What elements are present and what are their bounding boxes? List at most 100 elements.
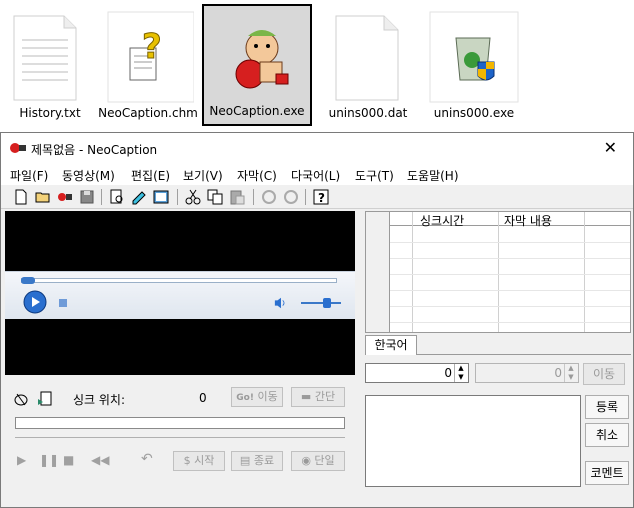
tab-korean[interactable]: 한국어 (365, 335, 417, 355)
file-label: unins000.dat (328, 106, 408, 120)
menu-file[interactable]: 파일(F) (10, 167, 48, 184)
mark-sync-icon[interactable] (13, 391, 29, 407)
column-sync-time[interactable]: 싱크시간 (420, 212, 464, 229)
sync-time-spinner[interactable]: 0 ▲ ▼ (365, 363, 469, 383)
edit-icon[interactable] (131, 189, 147, 205)
neocaption-app-icon (10, 143, 26, 153)
register-button[interactable]: 등록 (585, 395, 629, 419)
start-icon: $ (183, 454, 191, 467)
menu-view[interactable]: 보기(V) (183, 167, 223, 184)
register-label: 등록 (595, 400, 619, 414)
help-icon[interactable]: ? (313, 189, 329, 205)
single-icon: ◉ (301, 454, 311, 467)
file-neocaption-exe[interactable]: NeoCaption.exe (202, 4, 312, 126)
svg-text:?: ? (318, 191, 325, 205)
pause-control-icon[interactable]: ❚❚ (39, 453, 59, 467)
timeline-bar[interactable] (15, 417, 345, 429)
file-label: NeoCaption.exe (209, 104, 305, 118)
caption-text-editor[interactable] (365, 395, 581, 487)
copy-icon[interactable] (207, 189, 223, 205)
caption-table[interactable]: 싱크시간 자막 내용 (365, 211, 631, 333)
grid-row-line (390, 274, 630, 275)
print-preview-icon[interactable] (109, 189, 125, 205)
file-label: NeoCaption.chm (98, 106, 198, 120)
volume-icon[interactable] (274, 296, 288, 310)
close-icon[interactable]: ✕ (604, 138, 617, 157)
end-icon: ▤ (239, 454, 251, 467)
spinner-arrows-icon[interactable]: ▲ ▼ (564, 364, 577, 382)
caption-preview (5, 319, 355, 375)
video-preview[interactable] (5, 211, 355, 271)
sync-gap-label: 간단 (314, 390, 336, 403)
menu-multilang[interactable]: 다국어(L) (291, 167, 340, 184)
file-label: History.txt (19, 106, 81, 120)
grid-col-line (584, 212, 585, 332)
seek-bar[interactable] (21, 278, 337, 283)
stop-icon[interactable] (59, 299, 67, 307)
redo-icon[interactable] (283, 189, 299, 205)
uninstaller-icon (429, 11, 519, 103)
comment-button[interactable]: 코멘트 (585, 461, 629, 485)
comment-label: 코멘트 (590, 466, 624, 480)
row-header-column (366, 212, 390, 332)
toolbar-separator (253, 189, 254, 205)
play-icon[interactable] (23, 290, 47, 314)
menu-caption[interactable]: 자막(C) (237, 167, 277, 184)
menu-edit[interactable]: 편집(E) (131, 167, 170, 184)
menu-video[interactable]: 동영상(M) (62, 167, 115, 184)
rewind-icon[interactable]: ◀◀ (91, 453, 109, 467)
undo-icon[interactable] (261, 189, 277, 205)
column-caption-text[interactable]: 자막 내용 (504, 212, 552, 229)
subtitle-view-icon[interactable] (153, 189, 169, 205)
paste-icon[interactable] (229, 189, 245, 205)
new-file-icon[interactable] (13, 189, 29, 205)
move-button[interactable]: 이동 (583, 363, 625, 385)
cancel-label: 취소 (595, 428, 619, 442)
sync-go-button[interactable]: Go! 이동 (231, 387, 283, 407)
record-icon[interactable] (57, 189, 73, 205)
open-folder-icon[interactable] (35, 189, 51, 205)
volume-slider[interactable] (301, 302, 341, 304)
stop-control-icon[interactable]: ■ (63, 453, 74, 467)
move-label: 이동 (592, 367, 616, 381)
repeat-icon[interactable]: ↶ (141, 451, 153, 467)
tab-strip-line (417, 354, 631, 355)
sync-position-label: 싱크 위치: (73, 393, 126, 407)
file-history-txt[interactable]: History.txt (0, 6, 100, 126)
menu-help[interactable]: 도움말(H) (407, 167, 459, 184)
grid-row-line (390, 322, 630, 323)
grid-col-line (412, 212, 413, 332)
menu-bar: 파일(F) 동영상(M) 편집(E) 보기(V) 자막(C) 다국어(L) 도구… (1, 163, 633, 185)
seek-thumb[interactable] (21, 277, 35, 284)
volume-thumb[interactable] (323, 298, 331, 308)
sync-position-value: 0 (199, 391, 207, 405)
sync-gap-button[interactable]: ▬ 간단 (291, 387, 345, 407)
single-button[interactable]: ◉ 단일 (291, 451, 345, 471)
menu-tools[interactable]: 도구(T) (355, 167, 394, 184)
divider (15, 437, 345, 438)
file-neocaption-chm[interactable]: ? NeoCaption.chm (98, 6, 198, 126)
file-label: unins000.exe (433, 106, 515, 120)
toolbar: ? (1, 185, 633, 209)
play-control-icon[interactable]: ▶ (17, 453, 26, 467)
toolbar-separator (177, 189, 178, 205)
spinner-arrows-icon[interactable]: ▲ ▼ (454, 364, 467, 382)
file-unins000-exe[interactable]: unins000.exe (424, 6, 524, 126)
target-spinner[interactable]: 0 ▲ ▼ (475, 363, 579, 383)
end-label: 종료 (253, 454, 275, 467)
cut-icon[interactable] (185, 189, 201, 205)
file-unins000-dat[interactable]: unins000.dat (318, 6, 418, 126)
toolbar-separator (305, 189, 306, 205)
start-button[interactable]: $ 시작 (173, 451, 225, 471)
cancel-button[interactable]: 취소 (585, 423, 629, 447)
grid-row-line (390, 306, 630, 307)
help-file-icon: ? (107, 11, 194, 103)
title-bar[interactable]: 제목없음 - NeoCaption ✕ (1, 133, 633, 163)
end-button[interactable]: ▤ 종료 (231, 451, 283, 471)
grid-col-line (498, 212, 499, 332)
svg-text:?: ? (142, 27, 162, 67)
blank-file-icon (335, 15, 399, 101)
caption-file-icon[interactable] (37, 391, 53, 407)
save-icon[interactable] (79, 189, 95, 205)
tab-korean-label: 한국어 (374, 338, 408, 352)
